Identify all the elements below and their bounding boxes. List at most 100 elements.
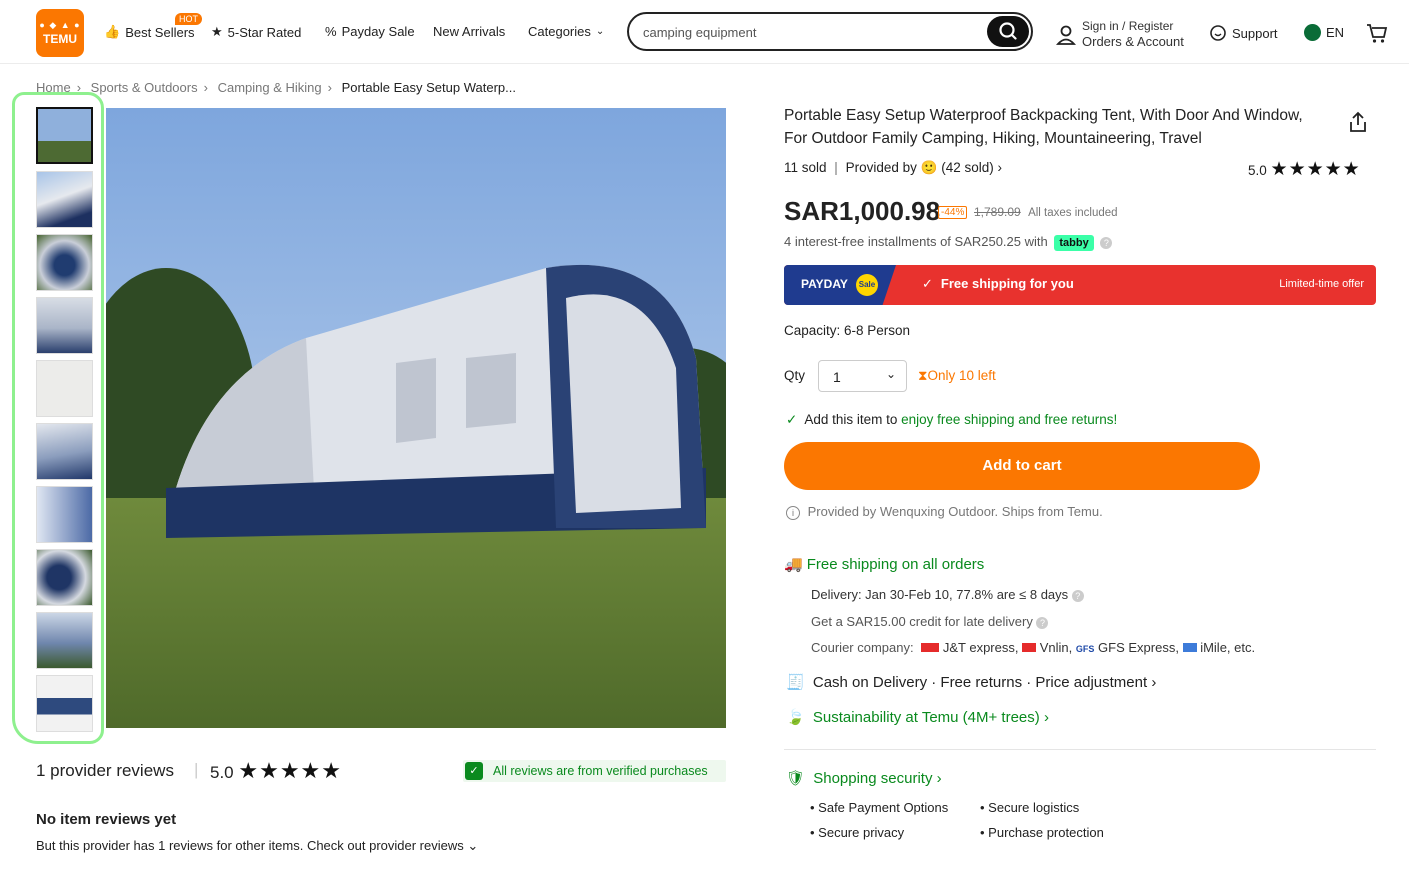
support-link[interactable]: Support: [1209, 24, 1278, 42]
product-title: Portable Easy Setup Waterproof Backpacki…: [784, 107, 1303, 147]
qty-select[interactable]: 1 ⌄: [818, 360, 907, 392]
imile-logo-icon: [1182, 643, 1197, 652]
chevron-right-icon: ›: [936, 770, 942, 787]
tabby-logo: tabby: [1054, 235, 1094, 251]
no-reviews-title: No item reviews yet: [36, 811, 177, 828]
info-circle-icon: i: [786, 506, 800, 520]
breadcrumb-current: Portable Easy Setup Waterp...: [341, 80, 516, 95]
divider: [784, 749, 1376, 750]
signin-link[interactable]: Sign in / Register Orders & Account: [1082, 19, 1184, 49]
chevron-right-icon: ›: [997, 160, 1003, 175]
breadcrumb-sports[interactable]: Sports & Outdoors: [91, 80, 198, 95]
nav-new-arrivals[interactable]: New Arrivals: [433, 24, 505, 39]
truck-icon: 🚚: [784, 556, 803, 573]
installments: 4 interest-free installments of SAR250.2…: [784, 234, 1113, 251]
breadcrumb: Home › Sports & Outdoors › Camping & Hikin…: [36, 80, 516, 95]
provider-note: i Provided by Wenquxing Outdoor. Ships f…: [786, 504, 1103, 520]
star-rating-icon: ★★★★★: [238, 758, 342, 783]
share-icon[interactable]: [1347, 110, 1369, 134]
chevron-right-icon: ›: [1043, 709, 1049, 726]
search-icon: [999, 22, 1017, 40]
main-product-image[interactable]: [106, 108, 726, 728]
thumbnail-6[interactable]: [36, 423, 93, 480]
percent-tag-icon: %: [325, 24, 337, 39]
thumbnail-5[interactable]: [36, 360, 93, 417]
review-count: 1 provider reviews: [36, 761, 174, 780]
old-price-row: 1,789.09 All taxes included: [974, 205, 1118, 219]
thumbnail-8[interactable]: [36, 549, 93, 606]
star-chat-icon: ★: [211, 24, 223, 39]
chat-support-icon: [1210, 25, 1226, 41]
verified-badge: ✓ All reviews are from verified purchase…: [463, 760, 726, 782]
info-icon[interactable]: ?: [1100, 237, 1113, 249]
qty-label: Qty: [784, 368, 806, 383]
temu-logo[interactable]: ● ◆ ▲ ● TEMU: [36, 9, 84, 57]
leaf-icon: 🍃: [786, 709, 805, 726]
courier-info: Courier company: J&T express, Vnlin, GFS…: [811, 640, 1256, 655]
shopping-security-title[interactable]: 🛡 Shopping security ›: [786, 769, 942, 787]
search-box: [627, 12, 1033, 51]
rating-summary[interactable]: 5.0 ★★★★★: [1248, 158, 1361, 181]
price: SAR1,000.98: [784, 196, 941, 226]
thumbnail-2[interactable]: [36, 171, 93, 228]
cod-returns-row[interactable]: 🧾 Cash on Delivery · Free returns · Pric…: [786, 673, 1156, 691]
gfs-logo-icon: GFS: [1075, 644, 1095, 654]
jt-logo-icon: [921, 643, 940, 652]
thumbnail-9[interactable]: [36, 612, 93, 669]
review-divider: |: [194, 760, 199, 779]
help-icon[interactable]: ?: [1036, 617, 1049, 629]
search-input[interactable]: [643, 22, 973, 42]
stock-warning: ⧗Only 10 left: [918, 368, 996, 383]
add-to-cart-button[interactable]: Add to cart: [784, 442, 1260, 490]
provider-reviews-link[interactable]: But this provider has 1 reviews for othe…: [36, 838, 478, 854]
chevron-down-icon: ⌄: [595, 26, 605, 37]
star-rating-icon: ★★★★★: [1270, 159, 1361, 180]
language-selector[interactable]: EN: [1304, 24, 1344, 41]
shield-icon: ✓: [465, 762, 483, 780]
chevron-down-icon: ⌄: [885, 367, 896, 381]
thumbnail-3[interactable]: [36, 234, 93, 291]
sale-badge: Sale: [856, 274, 878, 296]
search-button[interactable]: [987, 16, 1029, 47]
help-icon[interactable]: ?: [1071, 590, 1084, 602]
nav-categories[interactable]: Categories ⌄: [528, 24, 604, 39]
free-shipping-title[interactable]: 🚚 Free shipping on all orders: [784, 555, 984, 573]
thumbnail-7[interactable]: [36, 486, 93, 543]
payday-banner: PAYDAY Sale ✓ Free shipping for you Limit…: [784, 265, 1376, 305]
chevron-down-icon: ⌄: [467, 838, 479, 853]
sold-info: 11 sold | Provided by 🙂 (42 sold) ›: [784, 160, 1003, 175]
tax-note: All taxes included: [1028, 207, 1118, 219]
capacity: Capacity: 6-8 Person: [784, 323, 911, 338]
security-item-4: • Purchase protection: [980, 825, 1104, 840]
discount-badge: -44%: [938, 206, 968, 219]
review-rating: 5.0 ★★★★★: [210, 758, 342, 783]
late-credit: Get a SAR15.00 credit for late delivery …: [811, 614, 1049, 629]
old-price: 1,789.09: [974, 205, 1021, 219]
nav-payday-sale[interactable]: % Payday Sale: [325, 24, 415, 39]
thumbs-up-icon: 👍: [104, 24, 121, 39]
receipt-icon: 🧾: [786, 674, 805, 691]
nav-five-star[interactable]: ★ 5-Star Rated: [211, 24, 301, 40]
breadcrumb-home[interactable]: Home: [36, 80, 71, 95]
saudi-flag-icon: [1304, 24, 1321, 41]
free-shipping-banner: ✓ Free shipping for you: [922, 276, 1074, 291]
vnlin-logo-icon: [1022, 643, 1037, 652]
security-item-2: • Secure logistics: [980, 800, 1080, 815]
chevron-right-icon: ›: [1151, 674, 1157, 691]
cart-icon[interactable]: [1366, 22, 1388, 44]
user-icon: [1056, 25, 1076, 45]
check-icon: ✓: [922, 276, 933, 291]
free-shipping-note: ✓ Add this item to enjoy free shipping a…: [786, 412, 1118, 427]
provider-link[interactable]: (42 sold): [941, 160, 994, 175]
thumbnail-1[interactable]: [36, 107, 93, 164]
sustainability-row[interactable]: 🍃 Sustainability at Temu (4M+ trees) ›: [786, 708, 1049, 726]
security-item-3: • Secure privacy: [810, 825, 905, 840]
provider-avatar: 🙂: [920, 160, 938, 175]
breadcrumb-camping[interactable]: Camping & Hiking: [218, 80, 322, 95]
logo-text: TEMU: [43, 32, 77, 46]
thumbnail-4[interactable]: [36, 297, 93, 354]
security-item-1: • Safe Payment Options: [810, 800, 949, 815]
limited-offer: Limited-time offer: [1279, 278, 1364, 290]
nav-best-sellers[interactable]: 👍 Best Sellers: [104, 24, 195, 40]
thumbnail-10[interactable]: [36, 675, 93, 732]
